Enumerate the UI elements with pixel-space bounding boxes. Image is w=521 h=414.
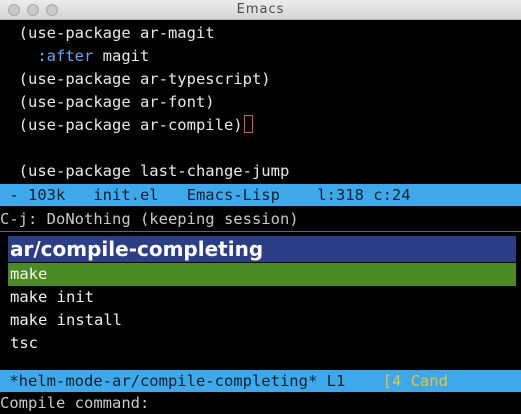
title-bar: Emacs bbox=[0, 0, 521, 20]
helm-source-header: ar/compile-completing bbox=[8, 236, 516, 262]
echo-area-message: C-j: DoNothing (keeping session) bbox=[0, 210, 299, 228]
helm-candidate[interactable]: make install bbox=[8, 309, 516, 332]
code-line-1[interactable]: (use-package ar-magit bbox=[0, 22, 215, 45]
code-line-3[interactable]: (use-package ar-typescript) bbox=[0, 68, 271, 91]
echo-divider bbox=[0, 231, 521, 232]
mode-line[interactable]: - 103k init.el Emacs-Lisp l:318 c:24 bbox=[0, 184, 521, 206]
code-line-5[interactable]: (use-package ar-compile) bbox=[0, 114, 253, 137]
minibuffer-prompt[interactable]: Compile command: bbox=[0, 392, 521, 414]
keyword-token: :after bbox=[37, 47, 94, 65]
helm-buffer-name: *helm-mode-ar/compile-completing* L1 bbox=[0, 372, 383, 390]
helm-candidate-selected[interactable]: make bbox=[8, 263, 516, 286]
code-line-4[interactable]: (use-package ar-font) bbox=[0, 91, 215, 114]
helm-candidate-count: [4 Cand bbox=[382, 372, 448, 390]
code-line-7[interactable]: (use-package last-change-jump bbox=[0, 160, 290, 183]
paren-match-cursor bbox=[243, 115, 253, 133]
emacs-window: Emacs (use-package ar-magit :after magit… bbox=[0, 0, 521, 414]
helm-mode-line[interactable]: *helm-mode-ar/compile-completing* L1 [4 … bbox=[0, 370, 521, 392]
code-token: magit bbox=[93, 47, 150, 65]
helm-candidate[interactable]: make init bbox=[8, 286, 516, 309]
code-token: (use-package ar-compile) bbox=[0, 116, 243, 134]
helm-candidate[interactable]: tsc bbox=[8, 332, 516, 355]
window-title: Emacs bbox=[236, 2, 285, 17]
code-line-2[interactable]: :after magit bbox=[0, 45, 149, 68]
